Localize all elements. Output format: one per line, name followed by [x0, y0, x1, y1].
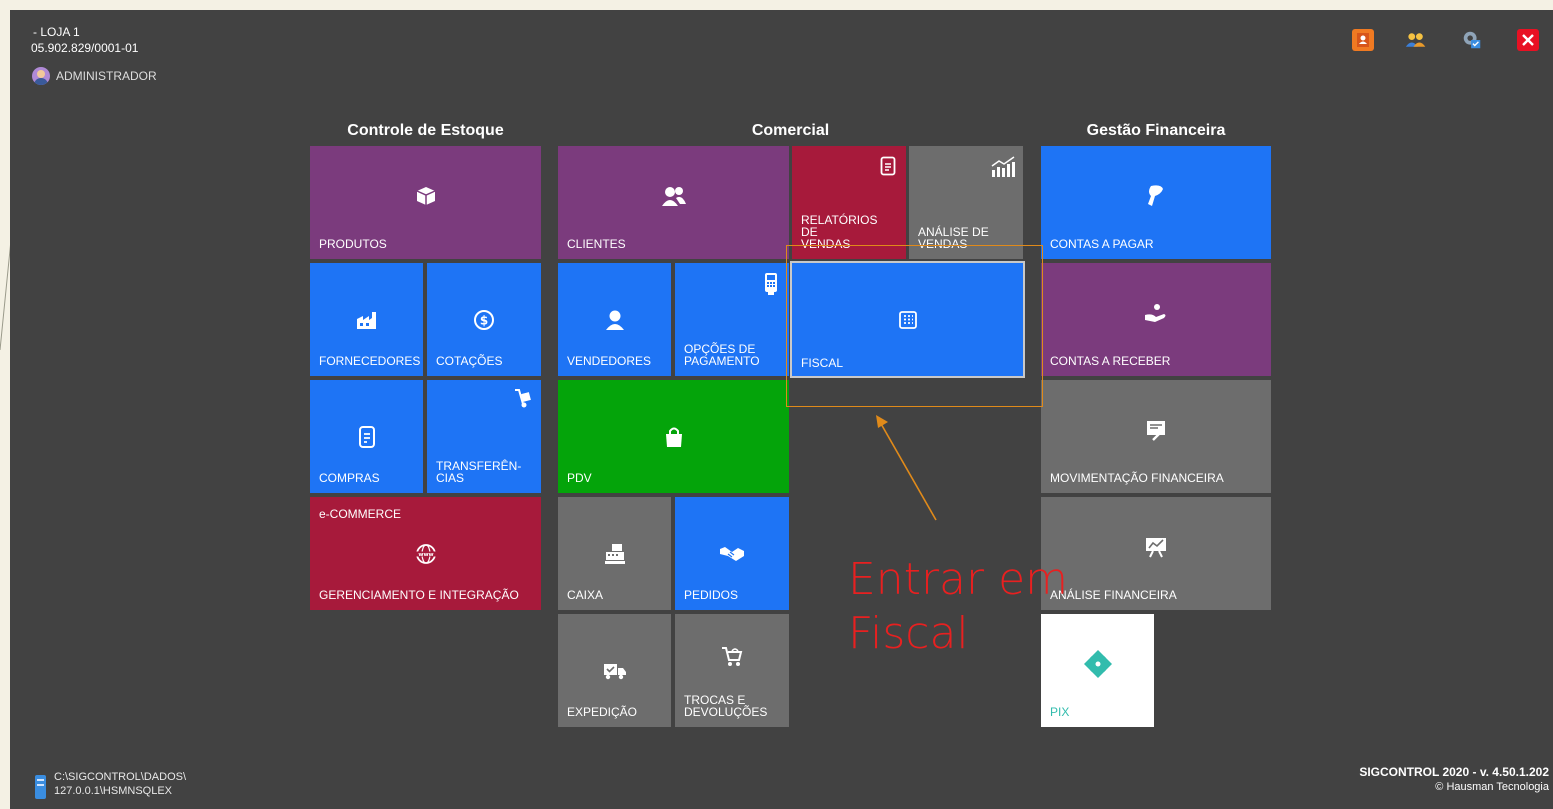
money-transfer-icon — [1041, 380, 1271, 480]
tile-movimentacao-financeira[interactable]: MOVIMENTAÇÃO FINANCEIRA — [1041, 380, 1271, 493]
tile-trocas-devolucoes[interactable]: TROCAS E DEVOLUÇÕES — [675, 614, 789, 727]
tile-transferencias[interactable]: TRANSFERÊN- CIAS — [427, 380, 541, 493]
tile-label: EXPEDIÇÃO — [567, 705, 638, 719]
receive-money-icon — [1041, 263, 1271, 363]
tile-label: PDV — [567, 471, 592, 485]
tile-label: CLIENTES — [567, 237, 626, 251]
annotation-line2: Fiscal — [848, 608, 969, 659]
close-icon[interactable] — [1517, 29, 1539, 51]
copyright-text: © Hausman Tecnologia — [1435, 781, 1549, 793]
tile-caixa[interactable]: CAIXA — [558, 497, 671, 610]
tile-analise-vendas[interactable]: ANÁLISE DE VENDAS — [909, 146, 1023, 259]
user-name: ADMINISTRADOR — [56, 69, 157, 83]
bar-chart-icon — [989, 154, 1017, 180]
database-icon — [35, 775, 46, 799]
annotation-text: Entrar em Fiscal — [848, 553, 1068, 661]
tile-label: MOVIMENTAÇÃO FINANCEIRA — [1050, 471, 1224, 485]
tile-label: CONTAS A RECEBER — [1050, 354, 1171, 368]
tile-label: PEDIDOS — [684, 588, 739, 602]
card-machine-icon — [759, 271, 783, 297]
cart-return-icon — [675, 638, 789, 674]
tile-label-line2: PAGAMENTO — [684, 354, 760, 368]
group-title-comercial: Comercial — [751, 122, 830, 139]
tile-relatorios-vendas[interactable]: RELATÓRIOS DE VENDAS — [792, 146, 906, 259]
tile-produtos[interactable]: PRODUTOS — [310, 146, 541, 259]
tile-label: TROCAS E DEVOLUÇÕES — [684, 694, 776, 718]
report-icon — [876, 154, 900, 178]
group-title-financeira: Gestão Financeira — [1086, 122, 1226, 139]
tile-opcoes-pagamento[interactable]: OPÇÕES DE PAGAMENTO — [675, 263, 789, 376]
tile-fornecedores[interactable]: FORNECEDORES — [310, 263, 423, 376]
annotation-line1: Entrar em — [848, 554, 1068, 605]
box-icon — [310, 146, 541, 246]
highlight-box — [786, 245, 1043, 407]
tile-contas-receber[interactable]: CONTAS A RECEBER — [1041, 263, 1271, 376]
avatar — [32, 67, 50, 85]
db-path: C:\SIGCONTROL\DADOS\ — [54, 771, 187, 783]
tile-pedidos[interactable]: PEDIDOS — [675, 497, 789, 610]
users-icon[interactable] — [1405, 29, 1427, 51]
tile-label-line2: CIAS — [436, 471, 465, 485]
tile-label: GERENCIAMENTO E INTEGRAÇÃO — [319, 588, 519, 602]
store-name: - LOJA 1 — [33, 25, 80, 39]
tile-clientes[interactable]: CLIENTES — [558, 146, 789, 259]
tile-label: CONTAS A PAGAR — [1050, 237, 1154, 251]
tile-compras[interactable]: COMPRAS — [310, 380, 423, 493]
tile-expedicao[interactable]: EXPEDIÇÃO — [558, 614, 671, 727]
tile-label: FORNECEDORES — [319, 354, 421, 368]
presentation-chart-icon — [1041, 497, 1271, 597]
tile-label: ANÁLISE FINANCEIRA — [1050, 588, 1177, 602]
tile-pdv[interactable]: PDV — [558, 380, 789, 493]
contacts-icon[interactable] — [1352, 29, 1374, 51]
arrow-annotation — [876, 415, 937, 521]
settings-icon[interactable] — [1461, 29, 1483, 51]
money-hand-icon — [1041, 146, 1271, 246]
tile-contas-pagar[interactable]: CONTAS A PAGAR — [1041, 146, 1271, 259]
shopping-bag-icon — [558, 380, 789, 493]
users-icon — [558, 146, 789, 246]
version-text: SIGCONTROL 2020 - v. 4.50.1.202 — [1359, 765, 1549, 779]
tile-label: OPÇÕES DE PAGAMENTO — [684, 343, 776, 367]
group-title-estoque: Controle de Estoque — [347, 122, 504, 139]
tile-label: PIX — [1050, 705, 1070, 719]
tile-analise-financeira[interactable]: ANÁLISE FINANCEIRA — [1041, 497, 1271, 610]
tile-label-line1: RELATÓRIOS DE — [801, 213, 878, 239]
app-window: - LOJA 1 05.902.829/0001-01 ADMINISTRADO… — [10, 10, 1553, 809]
tile-label: COTAÇÕES — [436, 354, 503, 368]
tile-label: CAIXA — [567, 588, 604, 602]
tile-label: PRODUTOS — [319, 237, 387, 251]
tile-vendedores[interactable]: VENDEDORES — [558, 263, 671, 376]
tile-label: COMPRAS — [319, 471, 380, 485]
tile-ecommerce[interactable]: e-COMMERCE www GERENCIAMENTO E INTEGRAÇÃ… — [310, 497, 541, 610]
hand-truck-icon — [511, 386, 535, 410]
cnpj: 05.902.829/0001-01 — [31, 41, 139, 55]
svg-text:$: $ — [480, 313, 488, 327]
tile-label: TRANSFERÊN- CIAS — [436, 460, 528, 484]
tile-cotacoes[interactable]: $ COTAÇÕES — [427, 263, 541, 376]
svg-text:www: www — [418, 552, 433, 558]
tile-label-line2: DEVOLUÇÕES — [684, 705, 768, 719]
tile-label: VENDEDORES — [567, 354, 652, 368]
db-server: 127.0.0.1\HSMNSQLEX — [54, 785, 173, 797]
